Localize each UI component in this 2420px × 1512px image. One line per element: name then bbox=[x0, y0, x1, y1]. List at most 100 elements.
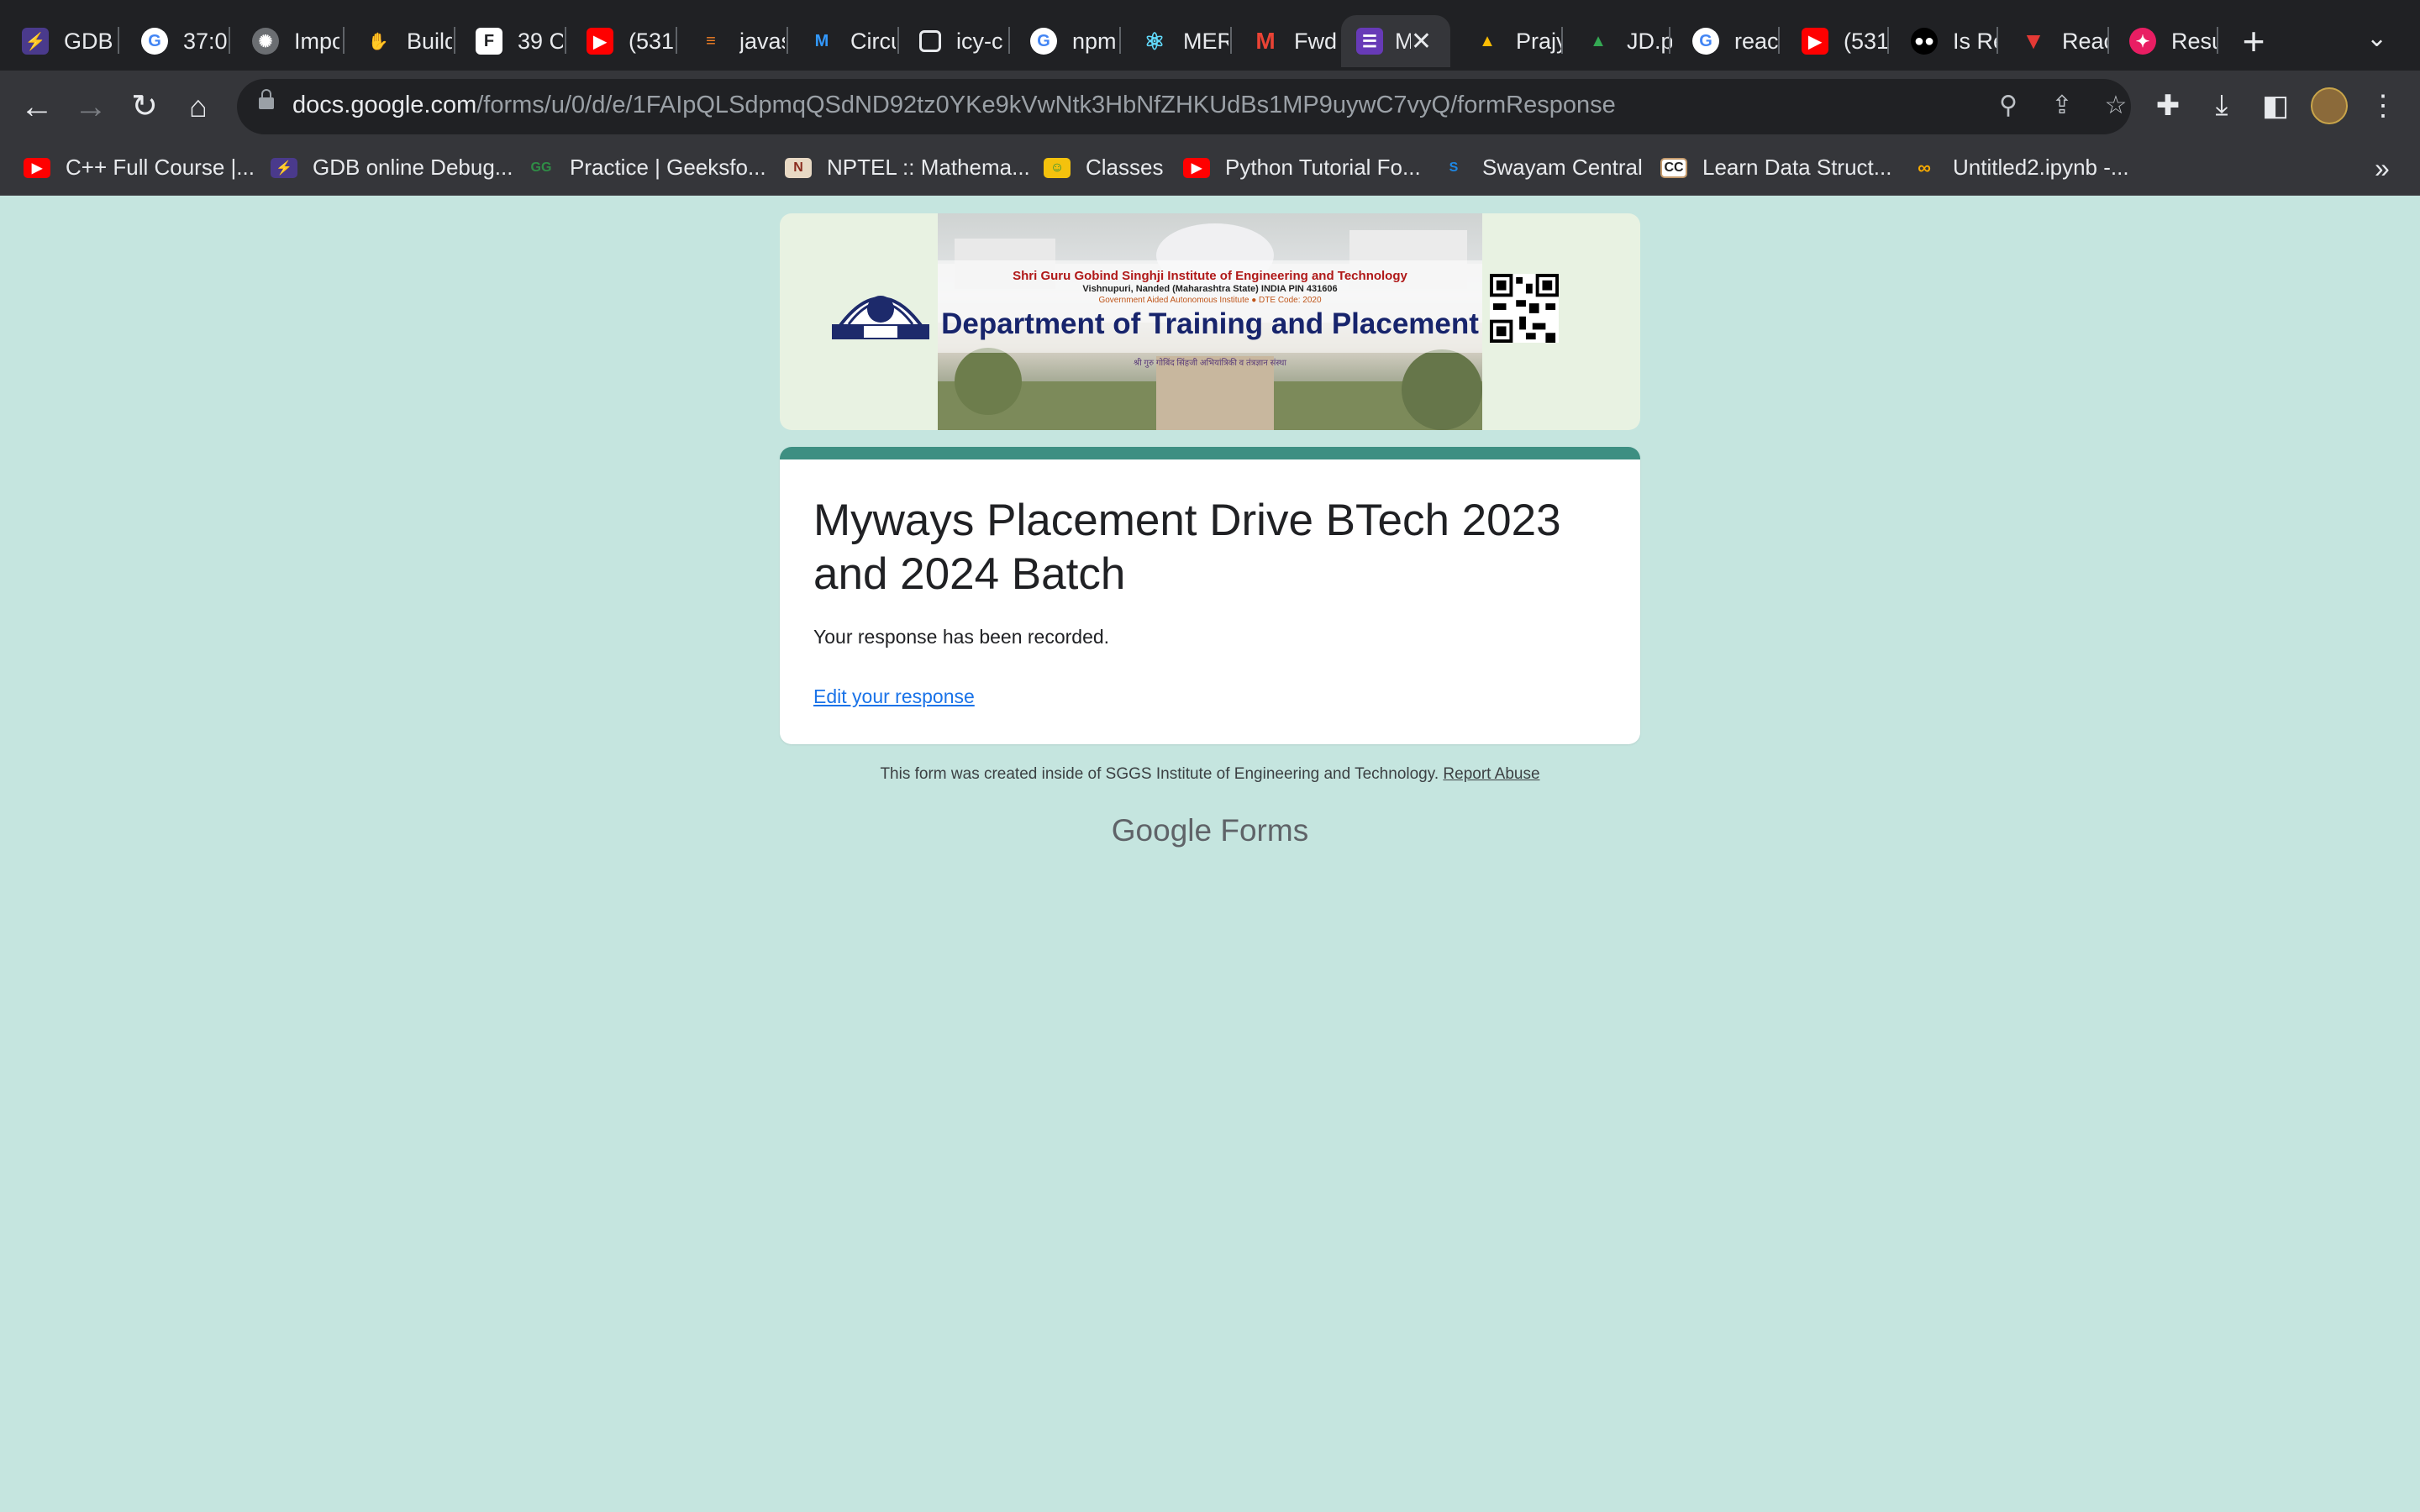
gmail-icon: M bbox=[1255, 28, 1276, 54]
browser-toolbar: ← → ↻ ⌂ docs.google.com/forms/u/0/d/e/1F… bbox=[0, 71, 2420, 141]
browser-tab[interactable]: ✋ Build bbox=[343, 15, 452, 67]
nptel-icon: N bbox=[785, 157, 812, 178]
address-bar[interactable]: docs.google.com/forms/u/0/d/e/1FAIpQLSdp… bbox=[237, 79, 2131, 134]
download-icon[interactable]: ⤓ bbox=[2203, 89, 2240, 122]
google-icon: G bbox=[141, 28, 168, 55]
browser-tab[interactable]: ⚛ MER bbox=[1119, 15, 1228, 67]
bookmark-star-icon[interactable]: ☆ bbox=[2099, 91, 2133, 120]
card-accent-bar bbox=[780, 447, 1640, 459]
form-header-banner: Shri Guru Gobind Singhji Institute of En… bbox=[780, 213, 1640, 430]
colab-icon: ∞ bbox=[1918, 156, 1931, 178]
bookmarks-bar: ▶ C++ Full Course |... ⚡ GDB online Debu… bbox=[0, 141, 2420, 196]
bookmark-item[interactable]: ▶ Python Tutorial Fo... bbox=[1183, 155, 1421, 181]
browser-tab[interactable]: ✺ Impo bbox=[230, 15, 339, 67]
gfg-icon: GG bbox=[530, 160, 552, 175]
menu-kebab-icon[interactable]: ⋮ bbox=[2365, 89, 2402, 123]
back-button[interactable]: ← bbox=[17, 87, 57, 128]
institute-name-hindi: श्री गुरु गोबिंद सिंहजी अभियांत्रिकी व त… bbox=[1133, 359, 1287, 368]
institute-emblem-icon bbox=[832, 296, 929, 339]
forward-button[interactable]: → bbox=[71, 87, 111, 128]
edit-response-link[interactable]: Edit your response bbox=[813, 685, 975, 708]
department-name: Department of Training and Placement bbox=[941, 307, 1479, 340]
share-icon[interactable]: ⇪ bbox=[2045, 91, 2079, 120]
form-response-card: Myways Placement Drive BTech 2023 and 20… bbox=[780, 447, 1640, 744]
institute-status: Government Aided Autonomous Institute ● … bbox=[1098, 296, 1322, 305]
new-tab-button[interactable]: + bbox=[2235, 20, 2272, 62]
browser-tab[interactable]: ≡ javas bbox=[676, 15, 785, 67]
cc-icon: CC bbox=[1660, 157, 1687, 178]
close-tab-icon[interactable]: ✕ bbox=[1411, 27, 1432, 56]
drive-icon: ▲ bbox=[1479, 31, 1496, 50]
profile-avatar[interactable] bbox=[2311, 87, 2348, 124]
browser-tab[interactable]: ▲ Prajy bbox=[1452, 15, 1561, 67]
hand-icon: ✋ bbox=[367, 32, 389, 51]
gdb-icon: ⚡ bbox=[22, 28, 49, 55]
f-icon: F bbox=[476, 28, 502, 55]
browser-tab[interactable]: M Fwd bbox=[1230, 15, 1339, 67]
google-wordmark: Google bbox=[1111, 813, 1213, 848]
drive-icon: ▲ bbox=[1590, 31, 1607, 50]
bookmark-item[interactable]: S Swayam Central bbox=[1440, 155, 1643, 181]
home-button[interactable]: ⌂ bbox=[178, 87, 218, 128]
square-icon bbox=[919, 30, 941, 52]
youtube-icon: ▶ bbox=[1183, 157, 1210, 178]
browser-tab[interactable]: ✦ Resu bbox=[2107, 15, 2217, 67]
url-text[interactable]: docs.google.com/forms/u/0/d/e/1FAIpQLSdp… bbox=[292, 92, 1616, 119]
bookmark-item[interactable]: ∞ Untitled2.ipynb -... bbox=[1911, 155, 2128, 181]
zoom-icon[interactable]: ⚲ bbox=[1991, 91, 2025, 120]
qr-code-icon bbox=[1490, 274, 1559, 343]
more-bookmarks-chevron-icon[interactable]: » bbox=[2375, 153, 2390, 184]
forms-wordmark: Forms bbox=[1220, 813, 1309, 848]
google-forms-logo[interactable]: Google Forms bbox=[0, 813, 2420, 848]
institute-name: Shri Guru Gobind Singhji Institute of En… bbox=[1013, 269, 1407, 283]
lock-icon bbox=[259, 89, 274, 109]
swayam-icon: S bbox=[1449, 160, 1459, 175]
browser-tab[interactable]: ▶ (531 bbox=[1780, 15, 1889, 67]
institute-address: Vishnupuri, Nanded (Maharashtra State) I… bbox=[1082, 284, 1338, 294]
footer-text: This form was created inside of SGGS Ins… bbox=[880, 765, 1439, 783]
youtube-icon: ▶ bbox=[587, 28, 613, 55]
vercel-red-icon: ▼ bbox=[2022, 28, 2045, 54]
chatgpt-icon: ✺ bbox=[252, 28, 279, 55]
campus-photo: Shri Guru Gobind Singhji Institute of En… bbox=[938, 213, 1482, 430]
browser-tab[interactable]: G 37:0 bbox=[119, 15, 227, 67]
bookmark-item[interactable]: N NPTEL :: Mathema... bbox=[785, 155, 1030, 181]
mui-icon: M bbox=[814, 31, 829, 50]
bookmark-item[interactable]: GG Practice | Geeksfo... bbox=[528, 155, 766, 181]
forms-icon: ☰ bbox=[1356, 28, 1383, 55]
browser-tab[interactable]: ●● Is Re bbox=[1889, 15, 1996, 67]
browser-tab[interactable]: G reac bbox=[1670, 15, 1778, 67]
form-footer-note: This form was created inside of SGGS Ins… bbox=[0, 765, 2420, 784]
react-icon: ⚛ bbox=[1144, 28, 1165, 55]
browser-tab[interactable]: G npm bbox=[1008, 15, 1118, 67]
bookmark-item[interactable]: CC Learn Data Struct... bbox=[1660, 155, 1891, 181]
google-icon: G bbox=[1692, 28, 1719, 55]
youtube-icon: ▶ bbox=[1802, 28, 1828, 55]
classroom-icon: ☺ bbox=[1044, 157, 1071, 178]
tab-search-chevron-icon[interactable]: ⌄ bbox=[2366, 24, 2387, 53]
side-panel-icon[interactable]: ◧ bbox=[2257, 89, 2294, 123]
confirmation-message: Your response has been recorded. bbox=[813, 626, 1110, 648]
browser-tab[interactable]: ▼ Reac bbox=[1998, 15, 2107, 67]
stackoverflow-icon: ≡ bbox=[706, 31, 716, 50]
google-icon: G bbox=[1030, 28, 1057, 55]
browser-tab[interactable]: ⚡ GDB bbox=[0, 15, 116, 67]
youtube-icon: ▶ bbox=[24, 157, 50, 178]
reload-button[interactable]: ↻ bbox=[124, 87, 165, 128]
medium-icon: ●● bbox=[1911, 28, 1938, 55]
browser-tab[interactable]: M Circu bbox=[786, 15, 896, 67]
gdb-icon: ⚡ bbox=[271, 157, 297, 178]
tab-strip: ⚡ GDB G 37:0 ✺ Impo ✋ Build F 39 C ▶ (53… bbox=[0, 0, 2420, 71]
resume-icon: ✦ bbox=[2129, 28, 2156, 55]
browser-tab[interactable]: ▶ (531 bbox=[565, 15, 674, 67]
bookmark-item[interactable]: ▶ C++ Full Course |... bbox=[24, 155, 255, 181]
report-abuse-link[interactable]: Report Abuse bbox=[1443, 765, 1539, 783]
form-title: Myways Placement Drive BTech 2023 and 20… bbox=[813, 496, 1561, 599]
extensions-icon[interactable]: ✚ bbox=[2149, 89, 2186, 123]
browser-tab-active[interactable]: ☰ M ✕ bbox=[1341, 15, 1450, 67]
browser-tab[interactable]: ▲ JD.p bbox=[1563, 15, 1672, 67]
bookmark-item[interactable]: ⚡ GDB online Debug... bbox=[271, 155, 513, 181]
browser-tab[interactable]: F 39 C bbox=[454, 15, 563, 67]
browser-tab[interactable]: icy-c bbox=[897, 15, 1007, 67]
bookmark-item[interactable]: ☺ Classes bbox=[1044, 155, 1163, 181]
